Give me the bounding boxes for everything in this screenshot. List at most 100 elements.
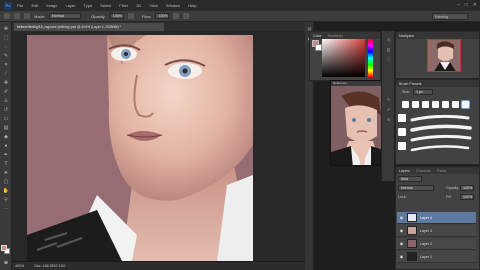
brush-preview-swatch-1: [398, 114, 406, 122]
brush-panel-toggle-icon[interactable]: [24, 13, 30, 19]
document-info: Doc: 168.3M/2.10G: [34, 264, 66, 268]
menu-select[interactable]: Select: [100, 3, 111, 8]
mode-select[interactable]: Normal: [49, 13, 82, 19]
menu-type[interactable]: Type: [84, 3, 93, 8]
info-icon[interactable]: ⓘ: [385, 57, 392, 63]
foreground-color-swatch[interactable]: [1, 245, 7, 251]
artwork-canvas[interactable]: [27, 35, 253, 261]
brush-tip-1[interactable]: [402, 101, 409, 108]
quick-select-tool-icon[interactable]: ✎: [2, 53, 10, 60]
crop-tool-icon[interactable]: ⌗: [2, 62, 10, 69]
brush-tip-6[interactable]: [452, 101, 459, 108]
brush-tool-icon[interactable]: ✐: [2, 89, 10, 96]
eye-icon[interactable]: ◉: [399, 215, 404, 220]
tab-navigator[interactable]: Navigator: [399, 34, 414, 38]
gradient-tool-icon[interactable]: ▤: [2, 125, 10, 132]
close-button[interactable]: ✕: [473, 2, 477, 8]
blur-tool-icon[interactable]: ◆: [2, 134, 10, 141]
hue-slider[interactable]: [368, 39, 373, 77]
color-panel-header: Color Swatches: [310, 32, 380, 39]
menu-filter[interactable]: Filter: [119, 3, 128, 8]
tab-layers[interactable]: Layers: [399, 169, 410, 173]
layer-filter-select[interactable]: Kind: [398, 176, 422, 182]
menu-edit[interactable]: Edit: [31, 3, 38, 8]
brush-tip-7[interactable]: [461, 100, 470, 109]
healing-brush-tool-icon[interactable]: ✚: [2, 80, 10, 87]
zoom-tool-icon[interactable]: ⚲: [2, 197, 10, 204]
menu-file[interactable]: File: [17, 3, 23, 8]
menu-window[interactable]: Window: [166, 3, 180, 8]
tab-brush-presets[interactable]: Brush Presets: [399, 82, 422, 86]
more-tools-icon[interactable]: ⋯: [2, 206, 10, 213]
clone-stamp-tool-icon[interactable]: ♙: [2, 98, 10, 105]
eye-icon[interactable]: ◉: [399, 254, 404, 259]
dodge-tool-icon[interactable]: ●: [2, 143, 10, 150]
path-selection-tool-icon[interactable]: ➤: [2, 170, 10, 177]
navigator-icon[interactable]: ◎: [385, 37, 392, 43]
portrait-painting: [27, 35, 253, 261]
tab-swatches[interactable]: Swatches: [328, 34, 344, 38]
move-tool-icon[interactable]: ✥: [2, 26, 10, 33]
menu-image[interactable]: Image: [46, 3, 57, 8]
layer-row[interactable]: ◉ Layer 2: [397, 238, 476, 250]
pressure-size-icon[interactable]: [183, 13, 190, 19]
workspace-select[interactable]: Painting: [432, 13, 468, 20]
marquee-tool-icon[interactable]: ⬚: [2, 35, 10, 42]
type-tool-icon[interactable]: T: [2, 161, 10, 168]
reference-window[interactable]: Reference: [330, 80, 388, 166]
color-panel-background[interactable]: [315, 44, 322, 51]
document-tab[interactable]: bellanelfeddigi18_ragoose (editing).psd …: [14, 23, 164, 31]
layers-panel-header: Layers Channels Paths: [396, 167, 479, 174]
tab-channels[interactable]: Channels: [416, 169, 431, 173]
quick-mask-icon[interactable]: ◙: [2, 260, 10, 267]
lasso-tool-icon[interactable]: ◌: [2, 44, 10, 51]
flow-field[interactable]: 100%: [155, 13, 170, 19]
menu-layer[interactable]: Layer: [65, 3, 75, 8]
pen-tool-icon[interactable]: ✒: [2, 152, 10, 159]
brush-tip-4[interactable]: [432, 101, 439, 108]
layer-row[interactable]: ◉ Layer 4: [397, 212, 476, 224]
navigator-header: Navigator: [396, 32, 479, 39]
pressure-opacity-icon[interactable]: [127, 13, 134, 19]
navigator-preview[interactable]: [427, 39, 461, 72]
brush-stroke-2: [410, 124, 472, 132]
eyedropper-tool-icon[interactable]: ⁄: [2, 71, 10, 78]
layer-opacity-field[interactable]: 100%: [460, 185, 474, 191]
clone-source-icon[interactable]: ⚙: [385, 117, 392, 123]
eye-icon[interactable]: ◉: [399, 228, 404, 233]
brush-stroke-previews[interactable]: [398, 112, 478, 160]
brush-size-field[interactable]: 1 px: [413, 88, 433, 95]
opacity-field[interactable]: 100%: [109, 13, 124, 19]
tab-color[interactable]: Color: [313, 34, 322, 38]
brush-size-label: Size:: [402, 89, 410, 94]
status-bar: 400% Doc: 168.3M/2.10G: [12, 261, 305, 270]
brush-stroke-3: [410, 134, 472, 142]
menu-view[interactable]: View: [149, 3, 158, 8]
maximize-button[interactable]: □: [465, 2, 468, 8]
menu-help[interactable]: Help: [188, 3, 196, 8]
brush-presets-icon[interactable]: ✎: [385, 97, 392, 103]
brush-picker-icon[interactable]: [14, 13, 20, 19]
eye-icon[interactable]: ◉: [399, 241, 404, 246]
shape-tool-icon[interactable]: ▢: [2, 179, 10, 186]
history-brush-tool-icon[interactable]: ↺: [2, 107, 10, 114]
layer-blend-mode-select[interactable]: Normal: [398, 185, 434, 191]
layer-row[interactable]: ◉ Layer 1: [397, 251, 476, 263]
brush-tip-5[interactable]: [442, 101, 449, 108]
minimize-button[interactable]: –: [457, 2, 460, 8]
airbrush-icon[interactable]: [173, 13, 180, 19]
color-picker-field[interactable]: [322, 39, 365, 77]
zoom-level[interactable]: 400%: [15, 264, 24, 268]
layer-row[interactable]: ◉ Layer 3: [397, 225, 476, 237]
hand-tool-icon[interactable]: ✋: [2, 188, 10, 195]
histogram-icon[interactable]: ▥: [385, 47, 392, 53]
brush-settings-icon[interactable]: ✐: [385, 107, 392, 113]
brush-tip-3[interactable]: [422, 101, 429, 108]
menu-3d[interactable]: 3D: [136, 3, 141, 8]
eraser-tool-icon[interactable]: ▭: [2, 116, 10, 123]
tab-paths[interactable]: Paths: [437, 169, 446, 173]
fill-field[interactable]: 100%: [460, 194, 474, 200]
brush-tip-2[interactable]: [412, 101, 419, 108]
brush-tool-icon[interactable]: [4, 13, 10, 19]
menu-bar: Ps File Edit Image Layer Type Select Fil…: [0, 0, 480, 11]
